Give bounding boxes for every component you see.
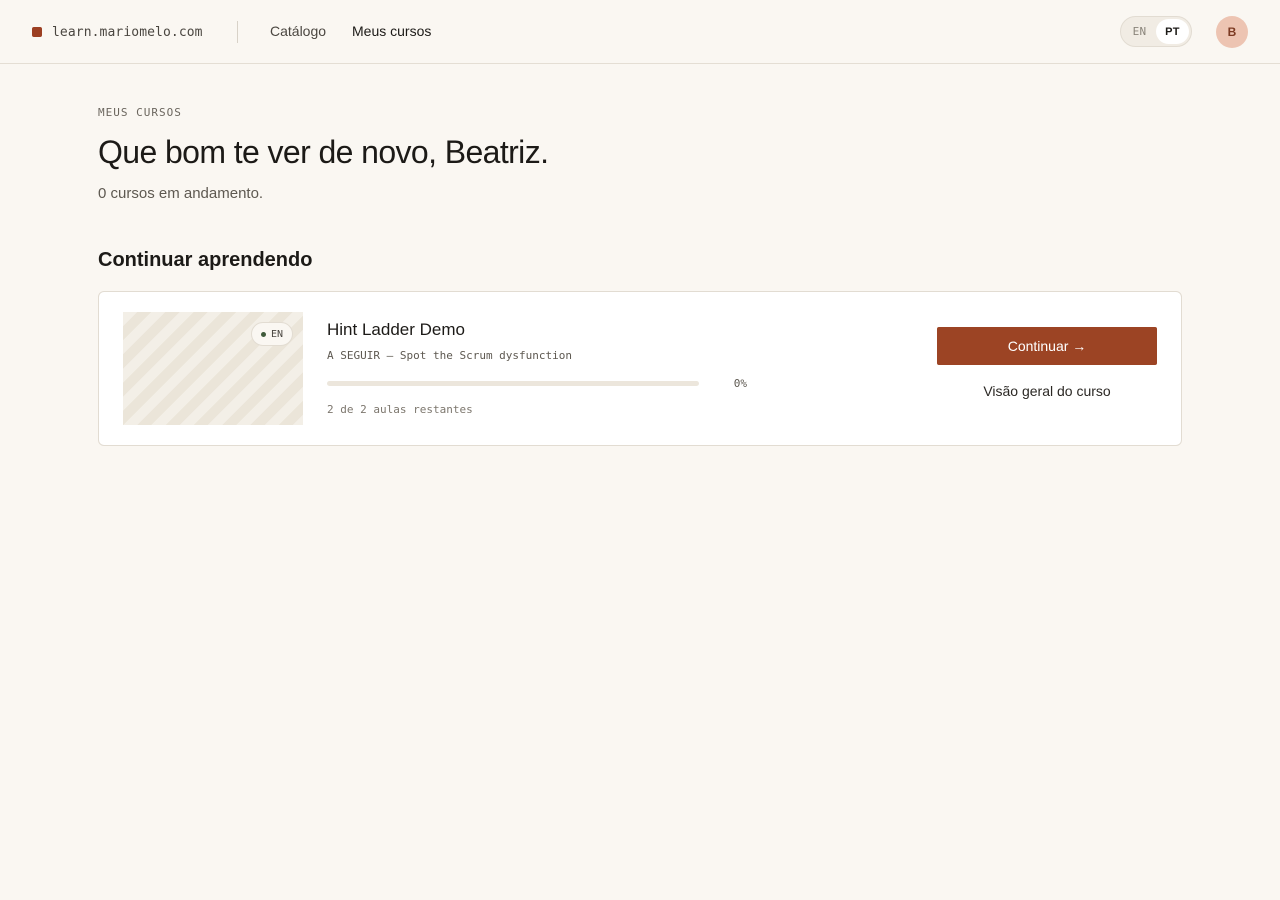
course-thumbnail[interactable]: EN <box>123 312 303 425</box>
course-title[interactable]: Hint Ladder Demo <box>327 320 465 340</box>
course-progress-bar <box>327 381 699 386</box>
course-progress-percent: 0% <box>733 377 747 390</box>
language-option-en[interactable]: EN <box>1123 19 1156 44</box>
brand[interactable]: learn.mariomelo.com <box>32 24 203 40</box>
lessons-remaining: 2 de 2 aulas restantes <box>327 403 473 416</box>
page-eyebrow: MEUS CURSOS <box>98 106 182 119</box>
nav-divider <box>237 21 238 43</box>
course-language-badge: EN <box>250 322 293 346</box>
nav-link-my-courses[interactable]: Meus cursos <box>352 23 431 39</box>
top-navigation-bar: learn.mariomelo.com Catálogo Meus cursos… <box>0 0 1280 64</box>
course-card: EN Hint Ladder Demo A SEGUIR — Spot the … <box>98 291 1182 446</box>
continue-button[interactable]: Continuar → <box>937 327 1157 365</box>
brand-name: learn.mariomelo.com <box>52 24 203 40</box>
status-dot-icon <box>260 331 266 337</box>
nav-link-catalog[interactable]: Catálogo <box>270 23 326 39</box>
course-overview-link[interactable]: Visão geral do curso <box>937 383 1157 399</box>
page-subtitle: 0 cursos em andamento. <box>98 185 264 202</box>
page-title: Que bom te ver de novo, Beatriz. <box>98 134 549 170</box>
section-title-continue-learning: Continuar aprendendo <box>98 249 313 271</box>
next-lesson-label: A SEGUIR — Spot the Scrum dysfunction <box>327 349 573 362</box>
user-avatar[interactable]: B <box>1216 16 1248 48</box>
language-toggle: EN PT <box>1120 16 1192 47</box>
language-option-pt[interactable]: PT <box>1156 19 1189 44</box>
course-language-label: EN <box>270 328 283 340</box>
brand-logo-icon <box>32 27 42 37</box>
